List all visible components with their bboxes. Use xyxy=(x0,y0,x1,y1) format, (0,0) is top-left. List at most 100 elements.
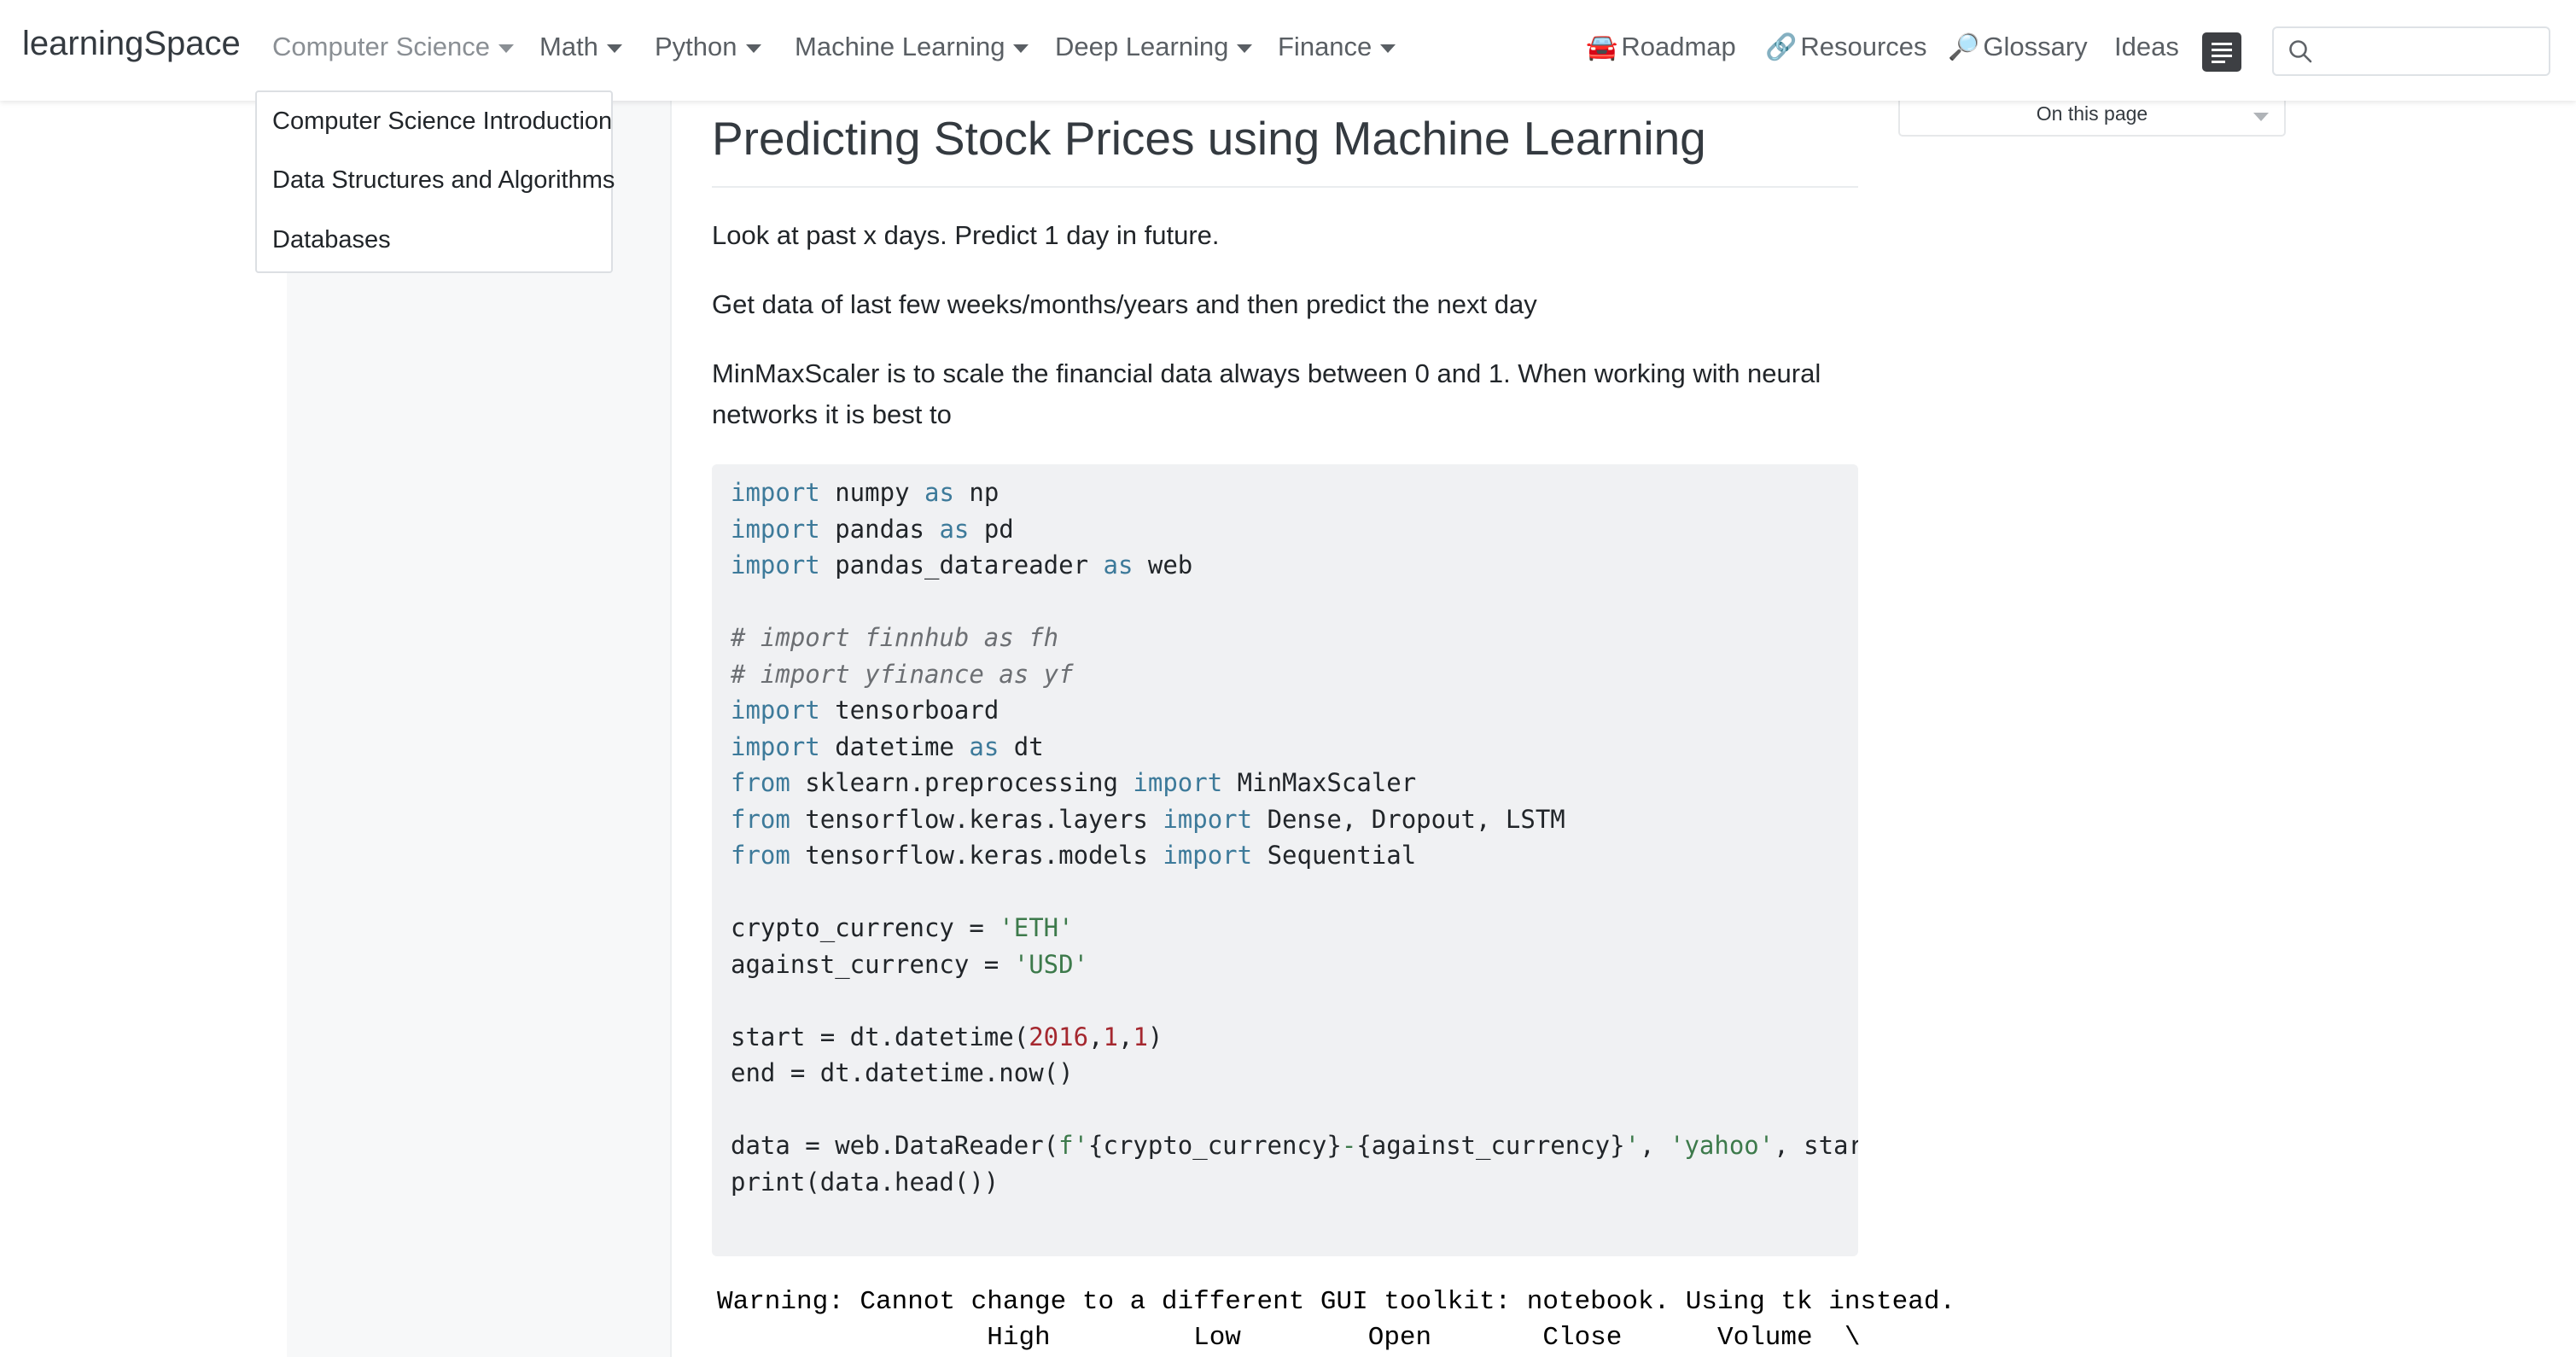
nav-menu-machine-learning[interactable]: Machine Learning xyxy=(795,32,1029,62)
caret-down-icon xyxy=(1013,44,1029,53)
list-icon-line xyxy=(2212,55,2232,57)
code-line: import pandas as pd xyxy=(731,511,1014,547)
code-token: tensorflow.keras.models xyxy=(790,841,1163,870)
nav-link-ideas[interactable]: Ideas xyxy=(2114,32,2179,62)
code-line: # import finnhub as fh xyxy=(731,620,1058,655)
code-line: import numpy as np xyxy=(731,475,999,510)
code-token: 1 xyxy=(1133,1022,1148,1051)
code-token: sklearn.preprocessing xyxy=(790,768,1134,797)
code-token: ) xyxy=(1147,1022,1163,1051)
code-token: from xyxy=(731,841,790,870)
code-token: Dense, Dropout, LSTM xyxy=(1252,804,1565,834)
on-this-page-toc[interactable]: On this page xyxy=(1898,97,2286,137)
code-token: start = dt.datetime( xyxy=(731,1022,1029,1051)
nav-link-roadmap[interactable]: 🚘 Roadmap xyxy=(1586,32,1736,62)
nav-menu-computer-science[interactable]: Computer Science xyxy=(272,32,515,62)
code-token: import xyxy=(1163,804,1253,834)
code-token: pandas_datareader xyxy=(819,550,1104,579)
code-token: , xyxy=(1117,1022,1134,1051)
output-warning-line: Warning: Cannot change to a different GU… xyxy=(717,1287,1956,1317)
code-line: import tensorboard xyxy=(731,692,999,728)
code-token: print(data.head()) xyxy=(731,1167,1000,1197)
code-token: against_currency = xyxy=(731,949,1014,979)
code-token: pd xyxy=(969,514,1014,544)
nav-menu-math[interactable]: Math xyxy=(539,32,622,62)
code-token: as xyxy=(939,514,970,544)
code-token: , xyxy=(1088,1022,1104,1051)
code-line: against_currency = 'USD' xyxy=(731,946,1088,982)
code-token: 'ETH' xyxy=(999,913,1074,942)
computer-science-dropdown-menu: Computer Science Introduction Data Struc… xyxy=(255,90,615,273)
nav-link-label: Resources xyxy=(1800,32,1927,61)
code-token: datetime xyxy=(819,731,970,761)
code-token: import xyxy=(1133,768,1223,797)
nav-menu-python[interactable]: Python xyxy=(655,32,761,62)
code-token: import xyxy=(1163,841,1253,870)
brand-logo[interactable]: learningSpace xyxy=(22,25,241,63)
code-token: crypto_currency = xyxy=(731,913,1000,942)
code-token: , start, end) xyxy=(1774,1131,1858,1160)
code-token: f' xyxy=(1058,1131,1089,1160)
code-token: import xyxy=(731,731,820,761)
code-token: 'yahoo' xyxy=(1669,1131,1775,1160)
caret-down-icon xyxy=(745,44,761,53)
search-icon xyxy=(2289,40,2312,63)
code-line: data = web.DataReader(f'{crypto_currency… xyxy=(731,1127,1858,1163)
nav-menu-finance[interactable]: Finance xyxy=(1278,32,1396,62)
nav-menu-deep-learning[interactable]: Deep Learning xyxy=(1055,32,1253,62)
left-sidebar xyxy=(287,101,670,1357)
code-token: Sequential xyxy=(1252,841,1417,870)
chevron-down-icon xyxy=(2253,113,2269,121)
search-input[interactable] xyxy=(2272,26,2550,76)
nav-menu-label: Math xyxy=(539,32,598,61)
code-token: tensorboard xyxy=(819,696,1000,725)
code-token: import xyxy=(731,514,820,544)
code-line: import datetime as dt xyxy=(731,729,1044,765)
dropdown-item-cs-intro[interactable]: Computer Science Introduction xyxy=(272,108,612,136)
code-token: 2016 xyxy=(1029,1022,1089,1051)
top-navbar: learningSpace Computer Science Math Pyth… xyxy=(0,0,2576,101)
nav-link-resources[interactable]: 🔗 Resources xyxy=(1765,32,1927,62)
code-token: np xyxy=(953,478,1000,507)
code-token: web xyxy=(1133,550,1193,579)
code-block[interactable]: import numpy as np import pandas as pd imp… xyxy=(712,464,1858,1256)
nav-menu-label: Python xyxy=(655,32,737,61)
code-token: MinMaxScaler xyxy=(1222,768,1417,797)
code-token: {crypto_currency} xyxy=(1088,1131,1342,1160)
code-token: ' xyxy=(1624,1131,1641,1160)
code-token: tensorflow.keras.layers xyxy=(790,804,1163,834)
dropdown-item-dsa[interactable]: Data Structures and Algorithms xyxy=(272,166,615,195)
nav-menu-label: Machine Learning xyxy=(795,32,1005,61)
toc-toggle-button[interactable] xyxy=(2202,32,2241,72)
code-token: # import yfinance as yf xyxy=(731,659,1074,689)
magnifier-icon: 🔎 xyxy=(1948,33,1980,61)
caret-down-icon xyxy=(1237,44,1253,53)
code-token: import xyxy=(731,696,820,725)
page-title: Predicting Stock Prices using Machine Le… xyxy=(712,112,1706,165)
code-token: - xyxy=(1341,1131,1357,1160)
code-line: from sklearn.preprocessing import MinMax… xyxy=(731,765,1416,801)
nav-link-glossary[interactable]: 🔎 Glossary xyxy=(1948,32,2088,62)
toc-label: On this page xyxy=(2036,102,2148,125)
nav-menu-label: Finance xyxy=(1278,32,1373,61)
dropdown-item-databases[interactable]: Databases xyxy=(272,226,391,254)
code-line: crypto_currency = 'ETH' xyxy=(731,910,1074,946)
code-token: from xyxy=(731,768,790,797)
code-line: print(data.head()) xyxy=(731,1164,999,1200)
code-token: {against_currency} xyxy=(1356,1131,1625,1160)
code-line: # import yfinance as yf xyxy=(731,656,1074,692)
nav-link-label: Ideas xyxy=(2114,32,2179,61)
code-line: import pandas_datareader as web xyxy=(731,547,1192,583)
caret-down-icon xyxy=(1380,44,1396,53)
title-divider xyxy=(712,186,1858,188)
paragraph: MinMaxScaler is to scale the financial d… xyxy=(712,358,1821,429)
list-icon xyxy=(2212,43,2232,45)
code-line: end = dt.datetime.now() xyxy=(731,1055,1074,1091)
code-token: 1 xyxy=(1103,1022,1118,1051)
code-token: , xyxy=(1640,1131,1670,1160)
nav-link-label: Glossary xyxy=(1983,32,2088,61)
nav-link-label: Roadmap xyxy=(1621,32,1736,61)
code-token: # import finnhub as fh xyxy=(731,623,1059,652)
paragraph: Look at past x days. Predict 1 day in fu… xyxy=(712,220,1220,250)
code-token: as xyxy=(969,731,1000,761)
